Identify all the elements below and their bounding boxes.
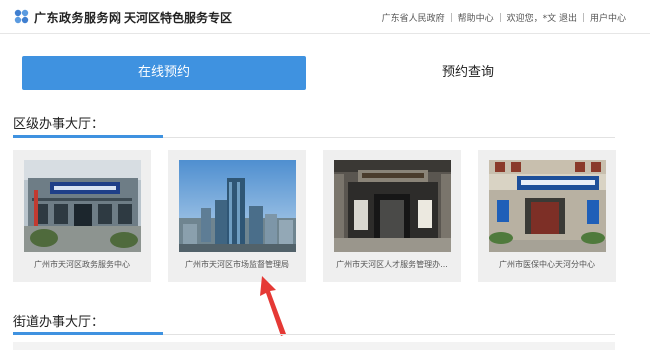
hall-photo [334,160,451,252]
hall-photo [489,160,606,252]
hall-caption[interactable]: 广州市医保中心天河分中心 [482,259,612,270]
link-welcome-logout[interactable]: 欢迎您，*文 退出 [507,11,577,24]
hall-photo [24,160,141,252]
site-title[interactable]: 广东政务服务网 [34,9,122,26]
street-card-row-preview [13,342,615,350]
red-arrow-icon [260,276,286,336]
link-separator [450,13,452,22]
hall-card-market-supervision[interactable]: 广州市天河区市场监督管理局 [168,150,306,282]
section-title-street: 街道办事大厅： [13,315,105,330]
section-title-district: 区级办事大厅： [13,117,105,132]
hall-card-gov-service-center[interactable]: 广州市天河区政务服务中心 [13,150,151,282]
hall-caption[interactable]: 广州市天河区人才服务管理办... [327,259,457,270]
tab-booking-query[interactable]: 预约查询 [326,56,610,90]
link-user-center[interactable]: 用户中心 [590,11,626,24]
zone-title: 天河区特色服务专区 [124,11,233,25]
link-separator [499,13,501,22]
link-gd-gov[interactable]: 广东省人民政府 [382,11,445,24]
hall-caption[interactable]: 广州市天河区市场监督管理局 [172,259,302,270]
hall-card-talent-service[interactable]: 广州市天河区人才服务管理办... [323,150,461,282]
section-accent-bar [13,332,163,335]
hall-photo [179,160,296,252]
gd-logo-icon[interactable] [13,8,30,25]
hall-caption[interactable]: 广州市天河区政务服务中心 [17,259,147,270]
top-header: 广东政务服务网 天河区特色服务专区 广东省人民政府 帮助中心 欢迎您，*文 退出… [0,0,650,34]
hall-card-medical-insurance[interactable]: 广州市医保中心天河分中心 [478,150,616,282]
link-separator [582,13,584,22]
link-help-center[interactable]: 帮助中心 [458,11,494,24]
top-links: 广东省人民政府 帮助中心 欢迎您，*文 退出 用户中心 [382,11,626,24]
section-accent-bar [13,135,163,138]
title-divider [117,11,118,23]
tab-online-booking[interactable]: 在线预约 [22,56,306,90]
